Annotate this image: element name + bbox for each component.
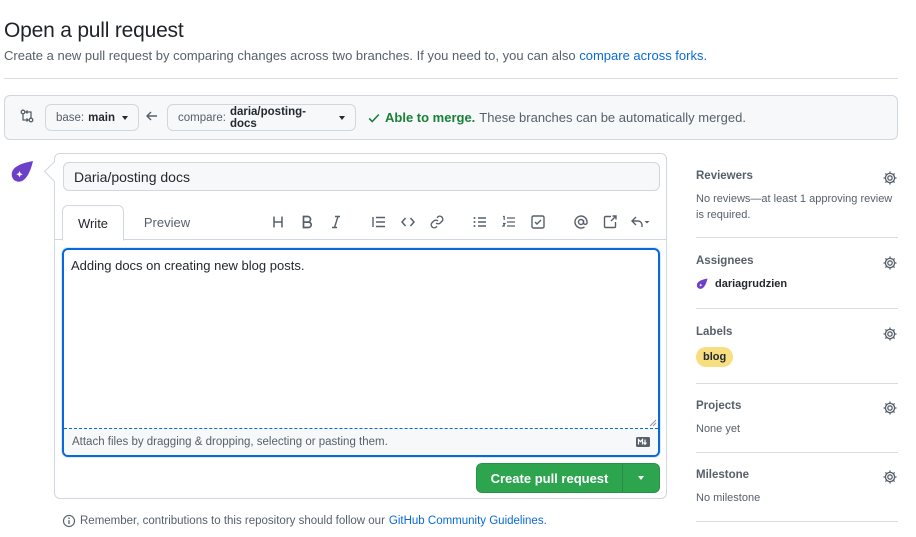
check-icon bbox=[368, 113, 380, 123]
community-guidelines-link[interactable]: GitHub Community Guidelines. bbox=[389, 515, 547, 527]
subtitle-text: Create a new pull request by comparing c… bbox=[4, 48, 580, 63]
label-badge[interactable]: blog bbox=[696, 347, 734, 367]
divider bbox=[4, 78, 898, 79]
projects-title: Projects bbox=[696, 400, 742, 412]
code-icon[interactable] bbox=[397, 211, 419, 233]
quote-icon[interactable] bbox=[368, 211, 390, 233]
resize-handle-icon[interactable] bbox=[649, 419, 657, 427]
assignees-title: Assignees bbox=[696, 255, 754, 267]
pull-request-form: Write Preview bbox=[54, 153, 667, 499]
compare-bar: base: main compare: daria/posting-docs A… bbox=[4, 95, 898, 140]
task-list-icon[interactable] bbox=[527, 211, 549, 233]
gear-icon[interactable] bbox=[882, 170, 898, 186]
assignees-section: Assignees dariagrudzien bbox=[696, 255, 898, 292]
avatar bbox=[696, 278, 708, 289]
gear-icon[interactable] bbox=[882, 255, 898, 271]
labels-section: Labels blog bbox=[696, 326, 898, 367]
editor-tabs: Write Preview bbox=[55, 205, 666, 241]
projects-section: Projects None yet bbox=[696, 400, 898, 437]
unordered-list-icon[interactable] bbox=[469, 211, 491, 233]
comment-body-text: Adding docs on creating new blog posts. bbox=[71, 258, 305, 273]
user-avatar bbox=[11, 161, 33, 182]
mention-icon[interactable] bbox=[570, 211, 592, 233]
ordered-list-icon[interactable] bbox=[498, 211, 520, 233]
divider bbox=[696, 521, 898, 522]
labels-title: Labels bbox=[696, 326, 733, 338]
reviewers-title: Reviewers bbox=[696, 170, 753, 182]
divider bbox=[696, 452, 898, 453]
divider bbox=[696, 308, 898, 309]
merge-status: Able to merge. These branches can be aut… bbox=[367, 110, 746, 125]
saved-replies-icon[interactable] bbox=[627, 211, 653, 233]
divider bbox=[696, 237, 898, 238]
base-branch-select[interactable]: base: main bbox=[45, 104, 139, 131]
milestone-title: Milestone bbox=[696, 469, 750, 481]
reviewers-section: Reviewers No reviews—at least 1 approvin… bbox=[696, 170, 898, 223]
assignee-name: dariagrudzien bbox=[715, 278, 788, 290]
compare-label: compare: bbox=[178, 111, 226, 124]
base-branch-value: main bbox=[88, 111, 115, 124]
compare-across-forks-link[interactable]: compare across forks. bbox=[579, 48, 707, 63]
create-pull-request-main[interactable]: Create pull request bbox=[477, 464, 623, 492]
italic-icon[interactable] bbox=[325, 211, 347, 233]
git-compare-icon bbox=[20, 109, 34, 123]
create-options-dropdown[interactable] bbox=[623, 464, 659, 492]
create-pull-request-button: Create pull request bbox=[476, 463, 660, 493]
title-input[interactable] bbox=[63, 162, 660, 191]
page-subtitle: Create a new pull request by comparing c… bbox=[4, 48, 707, 63]
base-label: base: bbox=[56, 111, 85, 124]
projects-body: None yet bbox=[696, 423, 741, 435]
attach-files-area[interactable]: Attach files by dragging & dropping, sel… bbox=[64, 428, 658, 455]
guidelines-notice: Remember, contributions to this reposito… bbox=[62, 514, 547, 528]
page-title: Open a pull request bbox=[4, 19, 184, 42]
compare-branch-value: daria/posting-docs bbox=[229, 105, 306, 130]
reviewers-body: No reviews—at least 1 approving review i… bbox=[696, 193, 893, 221]
arrow-left-icon bbox=[146, 111, 157, 121]
chevron-down-icon bbox=[339, 115, 345, 120]
markdown-icon bbox=[636, 437, 650, 447]
notice-text: Remember, contributions to this reposito… bbox=[80, 515, 385, 527]
comment-body-textarea[interactable]: Adding docs on creating new blog posts. … bbox=[62, 248, 660, 457]
gear-icon[interactable] bbox=[882, 326, 898, 342]
assignee-item[interactable]: dariagrudzien bbox=[696, 276, 898, 292]
link-icon[interactable] bbox=[426, 211, 448, 233]
tab-preview[interactable]: Preview bbox=[135, 205, 199, 240]
gear-icon[interactable] bbox=[882, 400, 898, 416]
cross-reference-icon[interactable] bbox=[599, 211, 621, 233]
gear-icon[interactable] bbox=[882, 469, 898, 485]
chevron-down-icon bbox=[638, 476, 644, 480]
attach-files-text: Attach files by dragging & dropping, sel… bbox=[72, 436, 388, 448]
labels-body: blog bbox=[696, 347, 898, 367]
merge-status-text: These branches can be automatically merg… bbox=[479, 110, 746, 125]
heading-icon[interactable] bbox=[267, 211, 289, 233]
milestone-section: Milestone No milestone bbox=[696, 469, 898, 506]
chevron-down-icon bbox=[121, 115, 128, 120]
divider bbox=[696, 383, 898, 384]
tab-write[interactable]: Write bbox=[62, 205, 124, 241]
bold-icon[interactable] bbox=[296, 211, 318, 233]
info-icon bbox=[62, 514, 76, 528]
milestone-body: No milestone bbox=[696, 492, 761, 504]
merge-status-ok: Able to merge. bbox=[385, 110, 476, 125]
compare-branch-select[interactable]: compare: daria/posting-docs bbox=[167, 104, 356, 131]
